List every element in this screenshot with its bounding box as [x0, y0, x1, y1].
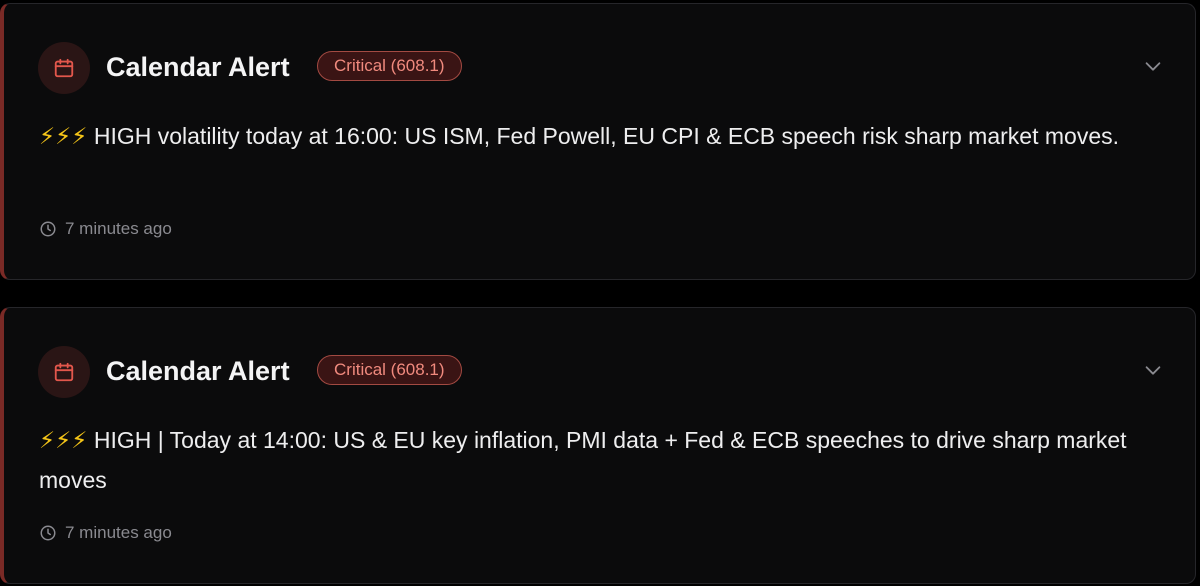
severity-badge: Critical (608.1) [317, 355, 462, 385]
lightning-icon: ⚡⚡⚡ [39, 427, 88, 453]
alerts-feed: Calendar Alert Critical (608.1) ⚡⚡⚡ HIGH… [0, 0, 1200, 586]
alert-message-text: HIGH | Today at 14:00: US & EU key infla… [39, 427, 1127, 493]
calendar-icon [54, 58, 74, 78]
chevron-down-icon [1145, 366, 1161, 375]
alert-title: Calendar Alert [106, 356, 290, 386]
clock-icon [40, 525, 56, 541]
alert-timestamp: 7 minutes ago [39, 523, 172, 543]
clock-icon [40, 221, 56, 237]
alert-message-text: HIGH volatility today at 16:00: US ISM, … [87, 123, 1119, 149]
timestamp-text: 7 minutes ago [65, 523, 172, 542]
alert-card[interactable]: Calendar Alert Critical (608.1) ⚡⚡⚡ HIGH… [0, 3, 1196, 280]
calendar-icon [54, 362, 74, 382]
expand-button[interactable] [1141, 358, 1165, 382]
timestamp-text: 7 minutes ago [65, 219, 172, 238]
expand-button[interactable] [1141, 54, 1165, 78]
alert-card[interactable]: Calendar Alert Critical (608.1) ⚡⚡⚡ HIGH… [0, 307, 1196, 584]
severity-badge: Critical (608.1) [317, 51, 462, 81]
lightning-icon: ⚡⚡⚡ [39, 123, 88, 149]
alert-message: ⚡⚡⚡ HIGH | Today at 14:00: US & EU key i… [39, 420, 1149, 500]
calendar-icon-badge [38, 346, 90, 398]
alert-message: ⚡⚡⚡ HIGH volatility today at 16:00: US I… [39, 116, 1149, 156]
alert-title: Calendar Alert [106, 52, 290, 82]
chevron-down-icon [1145, 62, 1161, 71]
calendar-icon-badge [38, 42, 90, 94]
alert-timestamp: 7 minutes ago [39, 219, 172, 239]
